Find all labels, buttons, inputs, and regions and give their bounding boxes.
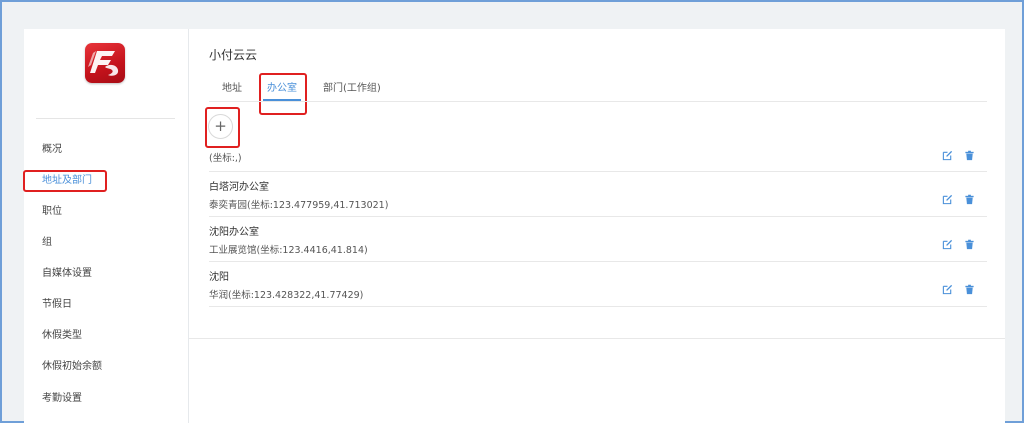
add-office-button[interactable]: + (208, 114, 233, 139)
main-panel: 小付云云 地址 办公室 部门(工作组) + (坐标:,) 白塔河办公室 泰奕青园… (189, 29, 1005, 423)
content-card: 概况 地址及部门 职位 组 自媒体设置 节假日 休假类型 休假初始余额 考勤设置… (23, 29, 1005, 423)
sidebar-active-highlight-box (23, 170, 107, 192)
trash-icon[interactable] (964, 284, 975, 295)
sidebar-item-groups[interactable]: 组 (42, 235, 52, 251)
tab-highlight-box (259, 73, 307, 115)
office-location: (坐标:,) (209, 153, 242, 164)
office-location: 泰奕青园(坐标:123.477959,41.713021) (209, 200, 389, 211)
plus-icon: + (214, 117, 227, 135)
tabs-divider (209, 101, 987, 102)
row-actions (942, 150, 975, 161)
sidebar-item-attendance-settings[interactable]: 考勤设置 (42, 391, 82, 407)
window-frame: 概况 地址及部门 职位 组 自媒体设置 节假日 休假类型 休假初始余额 考勤设置… (0, 0, 1024, 423)
row-actions (942, 284, 975, 295)
sidebar: 概况 地址及部门 职位 组 自媒体设置 节假日 休假类型 休假初始余额 考勤设置 (23, 29, 189, 423)
panel-bottom-divider (189, 338, 1005, 339)
sidebar-item-initial-leave-balance[interactable]: 休假初始余额 (42, 359, 102, 375)
office-name: 白塔河办公室 (209, 182, 269, 193)
tab-address[interactable]: 地址 (222, 81, 242, 97)
office-name: 沈阳 (209, 272, 229, 283)
office-row: 沈阳 华润(坐标:123.428322,41.77429) (209, 262, 987, 307)
office-row: 白塔河办公室 泰奕青园(坐标:123.477959,41.713021) (209, 172, 987, 217)
row-actions (942, 239, 975, 250)
sidebar-item-overview[interactable]: 概况 (42, 142, 62, 158)
logo-mark-icon (88, 51, 119, 76)
row-actions (942, 194, 975, 205)
sidebar-item-leave-types[interactable]: 休假类型 (42, 328, 82, 344)
sidebar-item-positions[interactable]: 职位 (42, 204, 62, 220)
office-name: 沈阳办公室 (209, 227, 259, 238)
office-location: 工业展览馆(坐标:123.4416,41.814) (209, 245, 368, 256)
trash-icon[interactable] (964, 239, 975, 250)
office-location: 华润(坐标:123.428322,41.77429) (209, 290, 364, 301)
edit-icon[interactable] (942, 150, 953, 161)
trash-icon[interactable] (964, 194, 975, 205)
tab-department[interactable]: 部门(工作组) (323, 81, 381, 97)
office-row: 沈阳办公室 工业展览馆(坐标:123.4416,41.814) (209, 217, 987, 262)
company-logo[interactable] (85, 43, 125, 83)
trash-icon[interactable] (964, 150, 975, 161)
edit-icon[interactable] (942, 194, 953, 205)
sidebar-divider (36, 118, 175, 119)
edit-icon[interactable] (942, 239, 953, 250)
company-title: 小付云云 (209, 48, 258, 62)
office-row: (坐标:,) (209, 147, 987, 172)
sidebar-item-media-settings[interactable]: 自媒体设置 (42, 266, 92, 282)
edit-icon[interactable] (942, 284, 953, 295)
sidebar-item-holidays[interactable]: 节假日 (42, 297, 72, 313)
